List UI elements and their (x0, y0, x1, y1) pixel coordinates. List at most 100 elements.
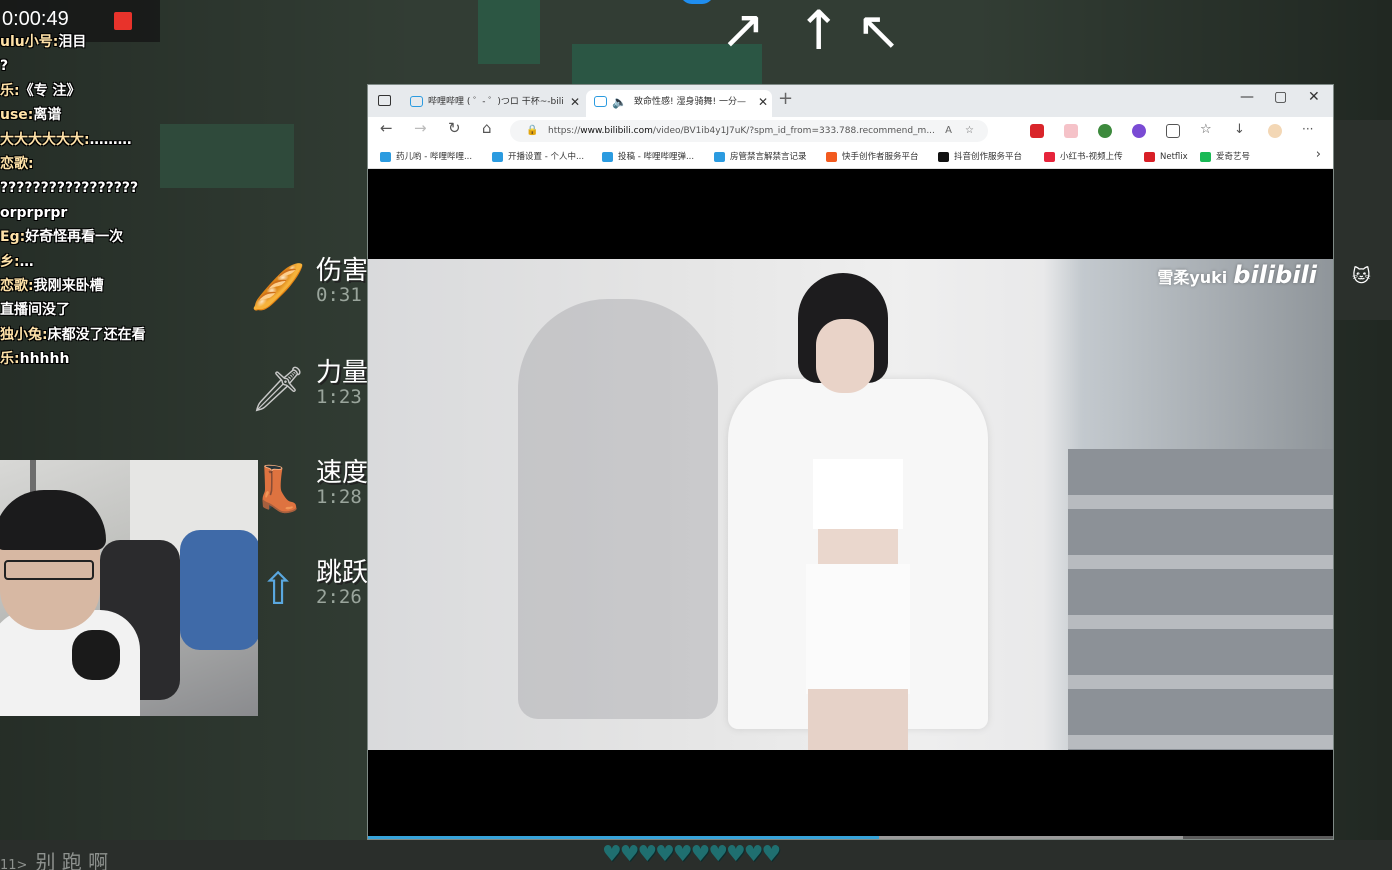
effect-2: 👢 速度 1:28 (250, 452, 370, 532)
read-aloud-icon[interactable]: A (945, 120, 952, 142)
progress-played (368, 836, 880, 839)
bookmark-favicon-icon (602, 152, 613, 162)
bookmark-label: 爱奇艺号 (1216, 152, 1251, 162)
bookmark-item[interactable]: Netflix (1144, 145, 1188, 169)
chat-message: Eg:好奇怪再看一次 (0, 225, 260, 249)
chat-nickname: 恋歌: (0, 277, 34, 294)
arrow-up-left-icon: ↖ (856, 0, 902, 62)
bookmark-item[interactable]: 爱奇艺号 (1200, 145, 1250, 169)
bilibili-tab-icon (410, 96, 423, 107)
add-favorite-icon[interactable]: ☆ (965, 120, 974, 142)
arrow-up-right-icon: ↖ (713, 8, 777, 54)
chat-message: ????????????????? (0, 176, 260, 200)
chat-text: 离谱 (33, 107, 62, 124)
new-tab-button[interactable]: + (778, 88, 793, 109)
chat-text: 泪目 (58, 34, 87, 50)
extension-red-icon[interactable] (1030, 124, 1044, 138)
bookmark-item[interactable]: 快手创作者服务平台 (826, 145, 919, 169)
chat-nickname: use: (0, 107, 34, 124)
bookmark-item[interactable]: 开播设置 - 个人中... (492, 145, 584, 169)
bookmark-favicon-icon (1044, 152, 1055, 162)
video-progress-bar[interactable] (368, 836, 1333, 839)
bookmark-favicon-icon (380, 152, 391, 162)
minimize-button[interactable]: — (1240, 89, 1254, 105)
chat-message: ulu小号:泪目 (0, 30, 260, 54)
bookmark-item[interactable]: 房管禁言解禁言记录 (714, 145, 807, 169)
effect-time: 0:31 (316, 284, 362, 306)
effect-name: 力量 (316, 358, 369, 388)
extensions-puzzle-icon[interactable] (1166, 124, 1180, 138)
effect-0: 🥖 伤害 0:31 (250, 250, 370, 330)
home-button[interactable]: ⌂ (482, 119, 492, 137)
profile-avatar[interactable] (1268, 124, 1282, 138)
reload-button[interactable]: ↻ (448, 119, 461, 137)
close-tab-icon[interactable]: ✕ (758, 90, 768, 114)
tab-video[interactable]: 🔈 致命性感! 湿身骑舞! 一分— ✕ (586, 90, 772, 117)
game-chat-text: 别 跑 啊 (35, 850, 109, 870)
chat-message: 乐:hhhhh (0, 347, 260, 371)
watermark-user: 雪柔yuki (1157, 268, 1228, 287)
extension-pink-icon[interactable] (1064, 124, 1078, 138)
bookmarks-more-icon[interactable]: › (1316, 147, 1321, 162)
effect-name: 伤害 (316, 256, 369, 286)
tab-bilibili-home[interactable]: 哔哩哔哩 ( ゜- ゜)つロ 干杯~-bili ✕ (402, 90, 584, 117)
chat-nickname: 大大大大大大: (0, 131, 90, 148)
bilibili-tab-icon (594, 96, 607, 107)
extension-purple-icon[interactable] (1132, 124, 1146, 138)
arrow-up-icon: ↑ (796, 0, 842, 62)
bookmark-label: 快手创作者服务平台 (842, 152, 919, 162)
arrow-overlay: ↖ ↑ ↖ (713, 0, 906, 62)
chat-text: 《专 注》 (19, 82, 81, 99)
effect-3: ⇧ 跳跃 2:26 (250, 552, 370, 632)
favorites-icon[interactable]: ☆ (1200, 122, 1212, 137)
bookmark-favicon-icon (826, 152, 837, 162)
window-menu-icon[interactable] (378, 95, 391, 106)
chat-text: orprprpr (0, 204, 68, 221)
chat-message: 独小兔:床都没了还在看 (0, 323, 260, 347)
extension-green-icon[interactable] (1098, 124, 1112, 138)
bookmark-item[interactable]: 药儿哟 - 哔哩哔哩... (380, 145, 472, 169)
effect-name: 速度 (316, 458, 369, 488)
stop-record-button[interactable] (114, 12, 132, 30)
chat-nickname: 恋歌: (0, 155, 34, 172)
bread-icon: 🥖 (250, 262, 306, 313)
close-tab-icon[interactable]: ✕ (570, 90, 580, 114)
chat-nickname: ulu小号: (0, 34, 59, 50)
browser-titlebar: 哔哩哔哩 ( ゜- ゜)つロ 干杯~-bili ✕ 🔈 致命性感! 湿身骑舞! … (368, 85, 1333, 117)
chat-message: orprprpr (0, 201, 260, 225)
bookmark-item[interactable]: 投稿 - 哔哩哔哩弹... (602, 145, 694, 169)
webcam-feed (0, 460, 258, 716)
chat-text: 床都没了还在看 (47, 326, 146, 343)
jump-arrow-icon: ⇧ (259, 564, 297, 615)
bookmark-favicon-icon (938, 152, 949, 162)
tab-title: 哔哩哔哩 ( ゜- ゜)つロ 干杯~-bili (428, 97, 564, 107)
line-index: 11> (0, 858, 28, 870)
video-player[interactable]: 雪柔yuki bilibili (368, 259, 1333, 750)
chat-text: 我刚来卧槽 (33, 277, 104, 294)
url-host: www.bilibili.com (580, 126, 653, 136)
bookmarks-bar: › 药儿哟 - 哔哩哔哩... 开播设置 - 个人中... 投稿 - 哔哩哔哩弹..… (368, 145, 1333, 169)
close-window-button[interactable]: ✕ (1308, 89, 1320, 105)
chat-text: 好奇怪再看一次 (25, 229, 124, 246)
forward-button[interactable]: → (414, 119, 427, 137)
bookmark-favicon-icon (714, 152, 725, 162)
bookmark-item[interactable]: 抖音创作服务平台 (938, 145, 1022, 169)
mini-character-icon: 🐱 (1352, 266, 1371, 287)
back-button[interactable]: ← (380, 119, 393, 137)
browser-window: 哔哩哔哩 ( ゜- ゜)つロ 干杯~-bili ✕ 🔈 致命性感! 湿身骑舞! … (367, 84, 1334, 840)
chat-message: use:离谱 (0, 103, 260, 127)
effect-time: 1:23 (316, 386, 362, 408)
downloads-icon[interactable]: ↓ (1234, 122, 1245, 137)
video-watermark: 雪柔yuki bilibili (1157, 261, 1317, 289)
address-bar[interactable]: 🔒 https://www.bilibili.com/video/BV1ib4y… (510, 120, 988, 142)
maximize-button[interactable]: ▢ (1274, 89, 1287, 105)
bookmark-item[interactable]: 小红书-视频上传 (1044, 145, 1123, 169)
more-menu-icon[interactable]: ··· (1302, 122, 1313, 136)
browser-navbar: ← → ↻ ⌂ 🔒 https://www.bilibili.com/video… (368, 117, 1333, 145)
boot-icon: 👢 (250, 464, 306, 515)
bookmark-label: 开播设置 - 个人中... (508, 152, 585, 162)
bookmark-label: Netflix (1160, 152, 1188, 162)
speaker-icon[interactable]: 🔈 (612, 90, 627, 114)
chat-message: 恋歌:我刚来卧槽 (0, 274, 260, 298)
bookmark-label: 小红书-视频上传 (1060, 152, 1123, 162)
